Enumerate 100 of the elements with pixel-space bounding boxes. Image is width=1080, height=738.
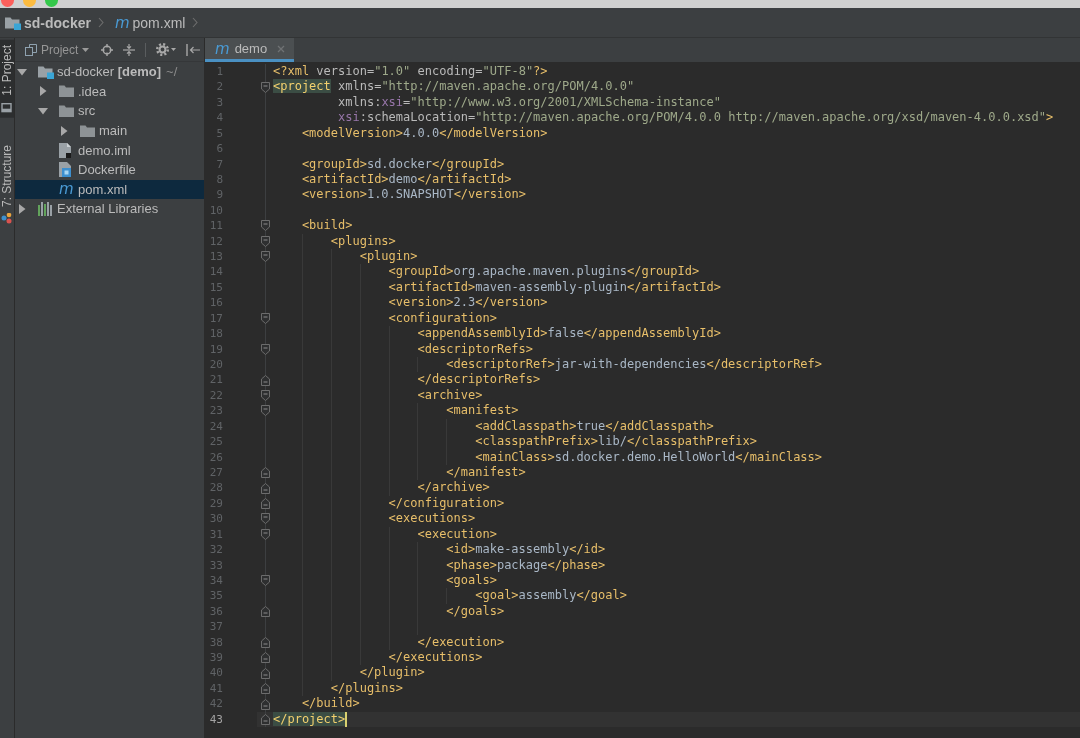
- library-icon: [38, 201, 54, 216]
- code-line: </executions>: [388, 650, 483, 666]
- code-line: </goals>: [446, 603, 505, 620]
- line-number: 7: [215, 156, 223, 172]
- fold-marker-icon[interactable]: [260, 405, 270, 417]
- view-selector[interactable]: Project: [25, 42, 90, 57]
- tool-window-button[interactable]: 7: Structure: [0, 139, 14, 229]
- arrows-to-line-icon[interactable]: [123, 43, 136, 56]
- close-window-icon[interactable]: [1, 0, 14, 7]
- code-line: <archive>: [417, 387, 483, 404]
- line-number: 2: [215, 79, 223, 95]
- fold-marker-icon[interactable]: [260, 343, 270, 355]
- tree-item[interactable]: main: [15, 120, 204, 141]
- line-number: 41: [208, 680, 223, 697]
- fold-marker-icon[interactable]: [260, 220, 270, 232]
- editor-tab[interactable]: m demo: [205, 38, 295, 62]
- fold-marker-icon[interactable]: [260, 81, 270, 93]
- line-number: 28: [208, 480, 223, 496]
- line-number: 1: [215, 64, 223, 80]
- line-number: 13: [208, 249, 223, 265]
- code-line: </plugins>: [330, 680, 404, 697]
- line-number: 14: [208, 264, 223, 280]
- file-icon: [59, 142, 71, 158]
- code-line: </build>: [301, 696, 360, 712]
- tool-window-button[interactable]: 1: Project: [0, 40, 14, 118]
- breadcrumb[interactable]: m pom.xml: [112, 14, 188, 31]
- fold-marker-icon[interactable]: [260, 528, 270, 540]
- fold-marker-icon[interactable]: [260, 698, 270, 710]
- caret-right-icon[interactable]: [38, 86, 48, 97]
- fold-marker-icon[interactable]: [260, 575, 270, 587]
- fold-marker-icon[interactable]: [260, 636, 270, 648]
- caret-right-icon[interactable]: [59, 125, 69, 136]
- line-number: 35: [208, 588, 223, 604]
- fold-marker-icon[interactable]: [260, 482, 270, 494]
- bar-arrow-icon[interactable]: [186, 43, 201, 56]
- fold-marker-icon[interactable]: [260, 652, 270, 664]
- tree-item[interactable]: External Libraries: [15, 199, 204, 219]
- code-line: <descriptorRefs>: [417, 341, 534, 358]
- line-number: 18: [208, 326, 223, 342]
- line-number: 19: [208, 341, 223, 357]
- caret-right-icon[interactable]: [17, 203, 27, 214]
- fold-marker-icon[interactable]: [260, 390, 270, 402]
- code-line: <project xmlns="http://maven.apache.org/POM/4.0.0": [273, 79, 635, 95]
- fold-marker-icon[interactable]: [260, 605, 270, 617]
- file-type-icon: m: [59, 182, 74, 197]
- line-number: 39: [208, 650, 223, 666]
- tree-item[interactable]: demo.iml: [15, 140, 204, 160]
- code-line: <appendAssemblyId>false</appendAssemblyId>: [417, 326, 721, 342]
- fold-marker-icon[interactable]: [260, 513, 270, 525]
- breadcrumb[interactable]: sd-docker: [3, 14, 93, 31]
- windows-icon: [25, 43, 37, 56]
- code-line: <addClasspath>true</addClasspath>: [475, 418, 714, 435]
- fold-marker-icon[interactable]: [260, 667, 270, 679]
- module-folder-icon: [38, 64, 54, 79]
- code-line: </manifest>: [446, 464, 526, 481]
- file-icon: [59, 162, 71, 178]
- tree-item[interactable]: .idea: [15, 81, 204, 102]
- line-number: 10: [208, 202, 223, 219]
- crosshair-icon[interactable]: [101, 43, 114, 56]
- close-icon[interactable]: [277, 44, 286, 53]
- code-line: </descriptorRefs>: [417, 372, 541, 388]
- line-number: 34: [208, 572, 223, 589]
- line-number: 33: [208, 557, 223, 573]
- code-line: <goals>: [446, 572, 497, 589]
- code-line: <id>make-assembly</id>: [446, 542, 606, 558]
- line-number: 4: [215, 110, 223, 126]
- code-line: <plugin>: [359, 249, 418, 265]
- code-line: <groupId>org.apache.maven.plugins</groupId>: [388, 264, 700, 280]
- code-line: <mainClass>sd.docker.demo.HelloWorld</mainClass>: [475, 449, 823, 465]
- tree-item[interactable]: src: [15, 101, 204, 121]
- line-number: 27: [208, 464, 223, 481]
- fold-marker-icon[interactable]: [260, 251, 270, 263]
- line-number: 23: [208, 403, 223, 419]
- tree-item[interactable]: Dockerfile: [15, 159, 204, 180]
- code-line: <goal>assembly</goal>: [475, 588, 627, 604]
- settings-icon[interactable]: [156, 43, 177, 56]
- tree-item[interactable]: sd-docker [demo] ~/: [15, 62, 204, 82]
- code-line: xsi:schemaLocation="http://maven.apache.org/POM/4.0.0 http://maven.apache.org/xsd/maven-4.0.0.xsd">: [338, 110, 1054, 126]
- fold-marker-icon[interactable]: [260, 683, 270, 695]
- caret-down-icon[interactable]: [17, 66, 27, 77]
- fold-marker-icon[interactable]: [260, 235, 270, 247]
- code-line: <execution>: [417, 526, 497, 543]
- line-number: 20: [208, 357, 223, 373]
- chevron-icon: [97, 17, 104, 28]
- fold-marker-icon[interactable]: [260, 498, 270, 509]
- fold-marker-icon[interactable]: [260, 713, 270, 725]
- fold-marker-icon[interactable]: [260, 312, 270, 324]
- module-folder-icon: [5, 15, 21, 30]
- tree-item[interactable]: m pom.xml: [15, 179, 204, 200]
- folder-icon: [59, 105, 74, 117]
- line-number: 15: [208, 279, 223, 296]
- fold-marker-icon[interactable]: [260, 467, 270, 479]
- fold-marker-icon[interactable]: [260, 374, 270, 386]
- line-number: 32: [208, 542, 223, 558]
- caret-down-icon[interactable]: [38, 106, 48, 116]
- caret-down-icon: [82, 47, 90, 52]
- code-line: </plugin>: [359, 665, 425, 681]
- chevron-icon: [192, 17, 199, 28]
- line-number: 43: [208, 711, 223, 728]
- line-number: 30: [208, 511, 223, 527]
